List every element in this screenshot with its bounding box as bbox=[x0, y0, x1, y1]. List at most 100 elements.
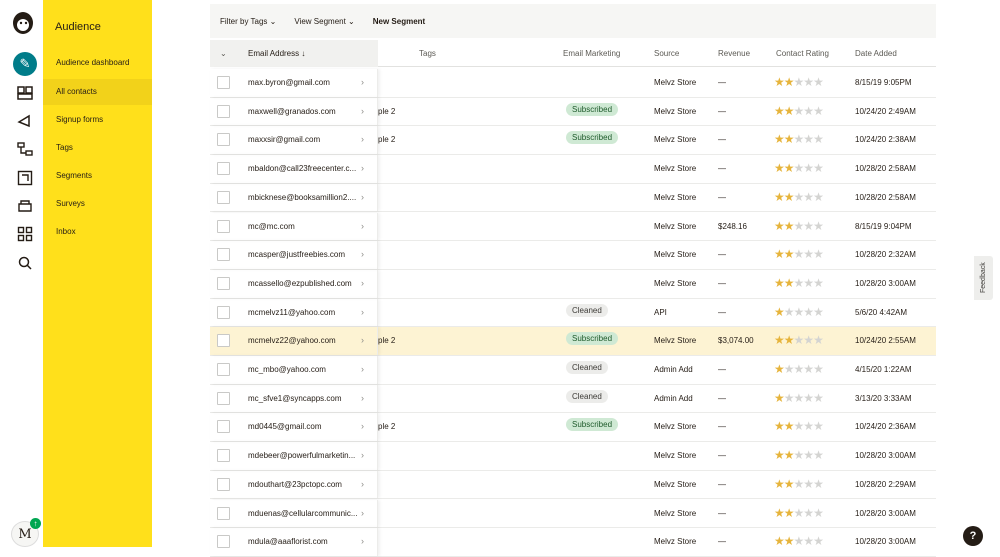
campaigns-icon[interactable] bbox=[17, 113, 33, 129]
sidebar-item-inbox[interactable]: Inbox bbox=[43, 219, 152, 245]
chevron-right-icon[interactable]: › bbox=[361, 249, 364, 259]
automations-icon[interactable] bbox=[17, 141, 33, 157]
row-checkbox[interactable] bbox=[217, 535, 230, 549]
table-row[interactable]: mbicknese@booksamillion2.... › Melvz Store… bbox=[210, 183, 936, 213]
content-icon[interactable] bbox=[17, 198, 33, 214]
contact-email-link[interactable]: mc@mc.com bbox=[248, 222, 363, 231]
table-row[interactable]: max.byron@gmail.com › Melvz Store — ★★★★★ 8/1… bbox=[210, 69, 936, 98]
contact-email-link[interactable]: md0445@gmail.com bbox=[248, 422, 363, 431]
chevron-right-icon[interactable]: › bbox=[361, 421, 364, 431]
table-row[interactable]: mcmelvz22@yahoo.com › ple 2 Subscribed Melvz… bbox=[210, 327, 936, 356]
filter-by-tags-dropdown[interactable]: Filter by Tags ⌄ bbox=[220, 17, 276, 26]
chevron-right-icon[interactable]: › bbox=[361, 77, 364, 87]
row-checkbox[interactable] bbox=[217, 133, 230, 147]
row-checkbox[interactable] bbox=[217, 76, 230, 89]
chevron-right-icon[interactable]: › bbox=[361, 536, 364, 546]
contact-email-link[interactable]: mcmelvz11@yahoo.com bbox=[248, 308, 363, 317]
row-checkbox[interactable] bbox=[217, 391, 230, 405]
row-checkbox[interactable] bbox=[217, 334, 230, 348]
table-row[interactable]: mcasper@justfreebies.com › Melvz Store — ★★★… bbox=[210, 241, 936, 270]
contact-email-link[interactable]: mdula@aaaflorist.com bbox=[248, 537, 363, 546]
contact-email-link[interactable]: mduenas@cellularcommunic... bbox=[248, 509, 363, 518]
column-header-date-added[interactable]: Date Added bbox=[855, 49, 897, 58]
table-row[interactable]: mdebeer@powerfulmarketin... › Melvz Store —… bbox=[210, 442, 936, 471]
integrations-icon[interactable] bbox=[17, 226, 33, 242]
row-checkbox[interactable] bbox=[217, 104, 230, 118]
search-icon[interactable] bbox=[17, 255, 33, 271]
chevron-right-icon[interactable]: › bbox=[361, 450, 364, 460]
row-checkbox[interactable] bbox=[217, 162, 230, 176]
chevron-right-icon[interactable]: › bbox=[361, 335, 364, 345]
table-row[interactable]: mc_mbo@yahoo.com › Cleaned Admin Add — ★★★★★ 4… bbox=[210, 356, 936, 385]
column-header-revenue[interactable]: Revenue bbox=[718, 49, 750, 58]
audience-icon[interactable] bbox=[17, 85, 33, 101]
sidebar-item-surveys[interactable]: Surveys bbox=[43, 191, 152, 217]
chevron-right-icon[interactable]: › bbox=[361, 163, 364, 173]
contact-email-link[interactable]: mcassello@ezpublished.com bbox=[248, 279, 363, 288]
table-row[interactable]: mduenas@cellularcommunic... › Melvz Store —… bbox=[210, 499, 936, 529]
chevron-right-icon[interactable]: › bbox=[361, 307, 364, 317]
table-row[interactable]: mdula@aaaflorist.com › Melvz Store — ★★★★★ 10… bbox=[210, 528, 936, 557]
row-checkbox[interactable] bbox=[217, 190, 230, 204]
table-row[interactable]: mcmelvz11@yahoo.com › Cleaned API — ★★★★★ 5/6/… bbox=[210, 298, 936, 328]
row-checkbox[interactable] bbox=[217, 276, 230, 290]
table-row[interactable]: mcassello@ezpublished.com › Melvz Store — ★★… bbox=[210, 269, 936, 299]
table-row[interactable]: mdouthart@23pctopc.com › Melvz Store — ★★★★★… bbox=[210, 470, 936, 500]
sidebar-item-tags[interactable]: Tags bbox=[43, 135, 152, 161]
contact-email-link[interactable]: mc_mbo@yahoo.com bbox=[248, 365, 363, 374]
upgrade-badge-icon[interactable]: ↑ bbox=[30, 518, 41, 529]
column-header-contact-rating[interactable]: Contact Rating bbox=[776, 49, 829, 58]
sidebar-item-audience-dashboard[interactable]: Audience dashboard bbox=[43, 50, 152, 76]
select-all-chevron-icon[interactable]: ⌄ bbox=[220, 49, 227, 58]
chevron-right-icon[interactable]: › bbox=[361, 278, 364, 288]
column-header-source[interactable]: Source bbox=[654, 49, 679, 58]
contact-email-link[interactable]: mcmelvz22@yahoo.com bbox=[248, 336, 363, 345]
row-checkbox[interactable] bbox=[217, 248, 230, 262]
feedback-tab[interactable]: Feedback bbox=[974, 256, 993, 300]
row-checkbox[interactable] bbox=[217, 219, 230, 233]
sidebar-item-signup-forms[interactable]: Signup forms bbox=[43, 107, 152, 133]
chevron-right-icon[interactable]: › bbox=[361, 508, 364, 518]
table-row[interactable]: maxwell@granados.com › ple 2 Subscribed Melv… bbox=[210, 97, 936, 127]
help-button[interactable]: ? bbox=[963, 526, 983, 546]
row-checkbox[interactable] bbox=[217, 506, 230, 520]
view-segment-dropdown[interactable]: View Segment ⌄ bbox=[294, 17, 354, 26]
table-row[interactable]: mc@mc.com › Melvz Store $248.16 ★★★★★ 8/15/19… bbox=[210, 212, 936, 242]
chevron-right-icon[interactable]: › bbox=[361, 221, 364, 231]
chevron-right-icon[interactable]: › bbox=[361, 106, 364, 116]
contact-email-link[interactable]: maxxsir@gmail.com bbox=[248, 135, 363, 144]
column-header-email-marketing[interactable]: Email Marketing bbox=[563, 49, 620, 58]
row-checkbox[interactable] bbox=[217, 363, 230, 376]
contact-email-link[interactable]: mbaldon@call23freecenter.c... bbox=[248, 164, 363, 173]
table-row[interactable]: md0445@gmail.com › ple 2 Subscribed Melvz St… bbox=[210, 413, 936, 443]
table-row[interactable]: mc_sfve1@syncapps.com › Cleaned Admin Add — ★… bbox=[210, 384, 936, 414]
column-header-tags[interactable]: Tags bbox=[419, 49, 436, 58]
column-header-email[interactable]: Email Address ↓ bbox=[248, 49, 305, 58]
contact-source: Melvz Store bbox=[654, 479, 697, 489]
sidebar-item-all-contacts[interactable]: All contacts bbox=[43, 79, 152, 105]
contact-email-link[interactable]: mcasper@justfreebies.com bbox=[248, 250, 363, 259]
chevron-right-icon[interactable]: › bbox=[361, 192, 364, 202]
website-icon[interactable] bbox=[17, 170, 33, 186]
contact-email-link[interactable]: mc_sfve1@syncapps.com bbox=[248, 394, 363, 403]
row-checkbox[interactable] bbox=[217, 477, 230, 491]
row-checkbox[interactable] bbox=[217, 449, 230, 463]
chevron-right-icon[interactable]: › bbox=[361, 134, 364, 144]
contact-email-link[interactable]: max.byron@gmail.com bbox=[248, 78, 363, 87]
table-row[interactable]: maxxsir@gmail.com › ple 2 Subscribed Melvz S… bbox=[210, 126, 936, 156]
table-row[interactable]: mbaldon@call23freecenter.c... › Melvz Stor… bbox=[210, 155, 936, 184]
new-segment-button[interactable]: New Segment bbox=[373, 17, 425, 26]
contact-email-link[interactable]: mdebeer@powerfulmarketin... bbox=[248, 451, 363, 460]
chevron-right-icon[interactable]: › bbox=[361, 364, 364, 374]
chevron-right-icon[interactable]: › bbox=[361, 479, 364, 489]
star-icon: ★ bbox=[803, 505, 814, 520]
row-checkbox[interactable] bbox=[217, 420, 230, 434]
row-checkbox[interactable] bbox=[217, 305, 230, 319]
contact-email-link[interactable]: mbicknese@booksamillion2.... bbox=[248, 193, 363, 202]
mailchimp-logo-icon[interactable] bbox=[10, 10, 36, 36]
pencil-icon[interactable]: ✎ bbox=[13, 52, 37, 76]
contact-email-link[interactable]: mdouthart@23pctopc.com bbox=[248, 480, 363, 489]
sidebar-item-segments[interactable]: Segments bbox=[43, 163, 152, 189]
chevron-right-icon[interactable]: › bbox=[361, 393, 364, 403]
contact-email-link[interactable]: maxwell@granados.com bbox=[248, 107, 363, 116]
